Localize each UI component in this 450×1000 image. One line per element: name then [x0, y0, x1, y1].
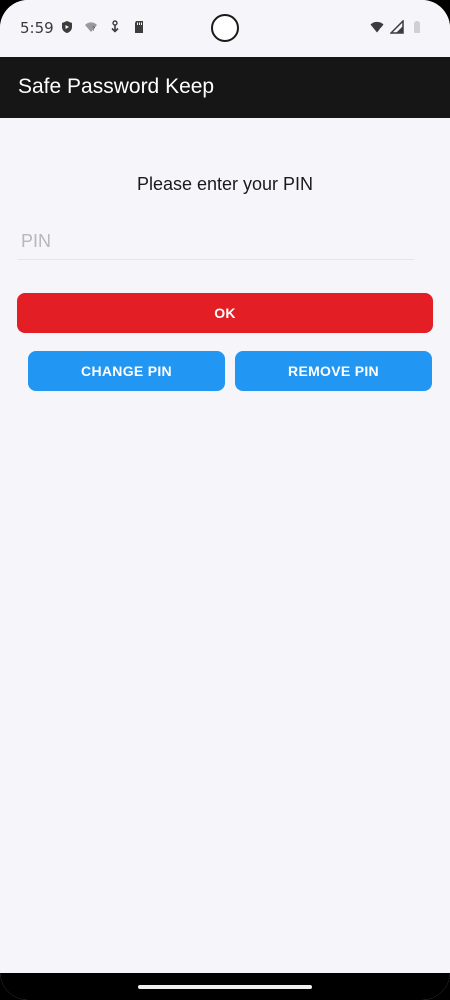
wifi-question-icon: ?: [85, 22, 97, 33]
pin-prompt: Please enter your PIN: [136, 174, 314, 194]
navigation-bar: [0, 973, 450, 1000]
signal-icon: [390, 20, 404, 34]
ok-button[interactable]: OK: [17, 293, 433, 333]
app-title: Safe Password Keep: [18, 75, 215, 98]
camera-cutout: [211, 14, 239, 42]
status-bar: 5:59 ?: [0, 0, 450, 57]
status-time: 5:59: [20, 19, 54, 37]
wifi-icon: [370, 21, 384, 33]
app-bar: Safe Password Keep: [0, 57, 450, 118]
status-icons-right: [370, 20, 424, 34]
pin-input[interactable]: [18, 224, 414, 260]
download-icon: [111, 20, 119, 33]
status-icons-left: ?: [60, 20, 146, 34]
remove-pin-button[interactable]: REMOVE PIN: [235, 351, 432, 391]
phone-screen: 5:59 ? Safe Password Keep Please enter y…: [0, 0, 450, 1000]
battery-icon: [414, 21, 420, 33]
sd-card-icon: [135, 21, 143, 33]
change-pin-button[interactable]: CHANGE PIN: [28, 351, 225, 391]
svg-text:?: ?: [92, 26, 95, 33]
home-gesture-handle[interactable]: [138, 985, 312, 989]
shield-icon: [62, 21, 72, 33]
